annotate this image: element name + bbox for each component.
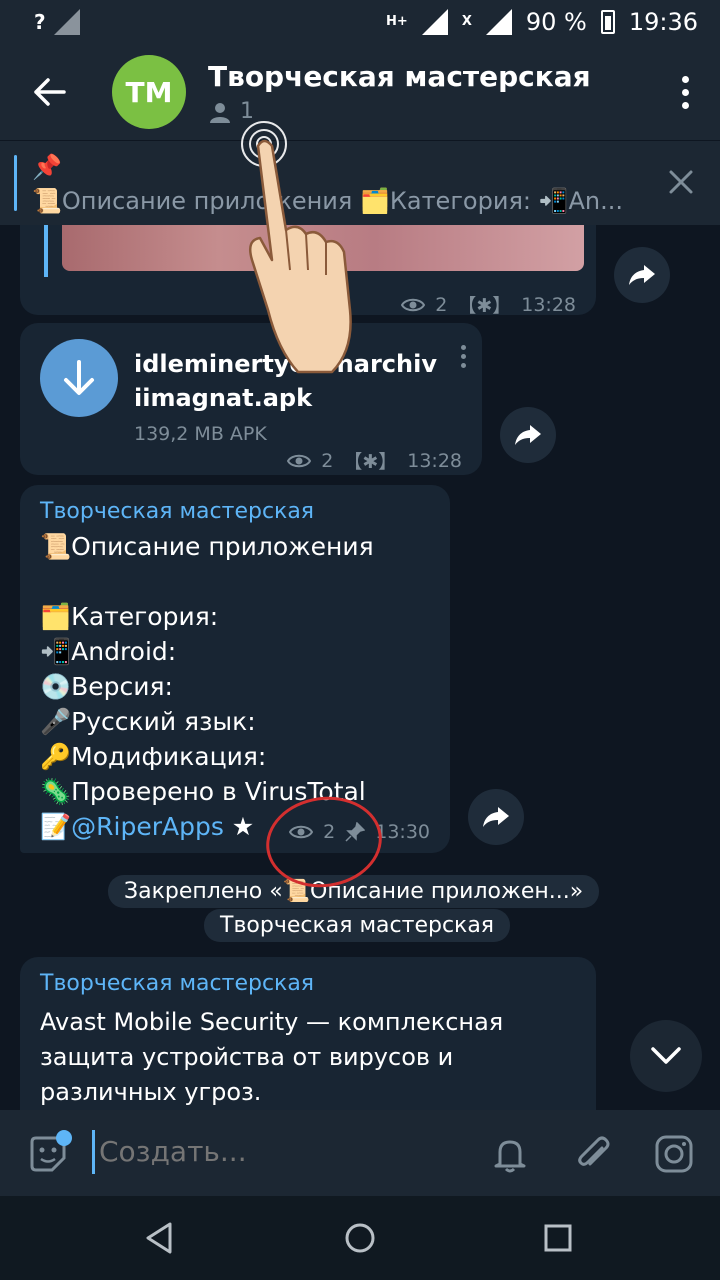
forward-button[interactable] bbox=[468, 789, 524, 845]
scroll-down-button[interactable] bbox=[630, 1020, 702, 1092]
forward-icon bbox=[515, 425, 541, 445]
back-arrow-icon bbox=[34, 78, 66, 106]
compose-bar bbox=[0, 1110, 720, 1196]
network-type: H+ bbox=[386, 14, 408, 29]
system-nav-bar bbox=[0, 1196, 720, 1280]
forward-icon bbox=[483, 807, 509, 827]
file-size: 139,2 MB APK bbox=[134, 423, 267, 445]
download-button[interactable] bbox=[40, 339, 118, 417]
eye-icon bbox=[401, 298, 426, 311]
channel-link[interactable]: @RiperApps bbox=[71, 812, 224, 841]
download-icon bbox=[64, 360, 94, 395]
forward-button[interactable] bbox=[500, 407, 556, 463]
signal-strength-icon bbox=[421, 9, 448, 35]
battery-icon bbox=[600, 10, 615, 34]
sticker-badge bbox=[56, 1130, 72, 1146]
nav-home-icon[interactable] bbox=[342, 1220, 378, 1256]
reply-quote-bar bbox=[44, 225, 48, 277]
close-icon[interactable] bbox=[666, 167, 696, 197]
person-icon bbox=[210, 102, 230, 123]
signal-strength-icon-2 bbox=[485, 9, 512, 35]
line-description: 📜Описание приложения bbox=[40, 532, 374, 561]
chevron-down-icon bbox=[651, 1047, 681, 1064]
avast-line-2: защита устройства от вирусов и bbox=[40, 1043, 454, 1071]
avast-line-1: Avast Mobile Security — комплексная bbox=[40, 1008, 504, 1036]
signal-icon bbox=[53, 9, 80, 35]
service-message-pinned[interactable]: Закреплено «📜Описание приложен...» bbox=[108, 875, 600, 908]
sender-name[interactable]: Творческая мастерская bbox=[40, 499, 314, 524]
line-android: 📲Android: bbox=[40, 637, 177, 666]
pinned-accent-bar bbox=[14, 155, 17, 211]
battery-level: 90 % bbox=[525, 8, 587, 36]
message-avast[interactable]: Творческая мастерская Avast Mobile Secur… bbox=[20, 957, 596, 1110]
file-menu-icon[interactable] bbox=[461, 345, 466, 368]
bell-icon[interactable] bbox=[490, 1134, 530, 1174]
chat-title: Творческая мастерская bbox=[208, 60, 591, 93]
more-vert-icon[interactable] bbox=[650, 44, 720, 140]
eye-icon bbox=[287, 454, 312, 467]
pointing-hand-icon bbox=[241, 121, 352, 374]
message-meta: 2 【✱】 13:28 bbox=[287, 447, 462, 474]
status-right: H+ X 90 % 19:36 bbox=[386, 8, 698, 36]
service-message-author: Творческая мастерская bbox=[204, 909, 511, 942]
line-blank bbox=[40, 564, 374, 599]
view-count: 2 bbox=[321, 449, 334, 472]
camera-icon[interactable] bbox=[654, 1134, 694, 1174]
avast-line-3: различных угроз. bbox=[40, 1078, 262, 1106]
status-left: ? bbox=[34, 9, 80, 35]
message-text: Avast Mobile Security — комплексная защи… bbox=[40, 1005, 503, 1110]
signature: 【✱】 bbox=[457, 295, 512, 317]
pin-icon: 📌 bbox=[32, 153, 62, 181]
link-suffix: ★ bbox=[223, 812, 255, 841]
clock: 19:36 bbox=[628, 8, 698, 36]
back-button[interactable] bbox=[0, 44, 100, 140]
line-category: 🗂️Категория: bbox=[40, 602, 219, 631]
sender-name[interactable]: Творческая мастерская bbox=[40, 971, 314, 996]
line-language: 🎤Русский язык: bbox=[40, 707, 256, 736]
attach-icon[interactable] bbox=[574, 1134, 614, 1174]
status-bar: ? H+ X 90 % 19:36 bbox=[0, 0, 720, 44]
message-input[interactable] bbox=[92, 1130, 452, 1174]
no-sim-icon: ? bbox=[34, 10, 46, 34]
network-type-2: X bbox=[461, 14, 472, 29]
message-time: 13:28 bbox=[407, 449, 462, 472]
view-count: 2 bbox=[435, 293, 448, 316]
line-mod: 🔑Модификация: bbox=[40, 742, 267, 771]
message-time: 13:30 bbox=[375, 821, 430, 843]
message-time: 13:28 bbox=[521, 293, 576, 316]
line-version: 💿Версия: bbox=[40, 672, 173, 701]
link-prefix: 📝 bbox=[40, 812, 72, 841]
nav-recents-icon[interactable] bbox=[540, 1220, 576, 1256]
avatar[interactable]: TM bbox=[112, 55, 186, 129]
message-meta: 2 【✱】 13:28 bbox=[401, 291, 576, 318]
forward-icon bbox=[629, 265, 655, 285]
forward-button[interactable] bbox=[614, 247, 670, 303]
message-description[interactable]: Творческая мастерская 📜Описание приложен… bbox=[20, 485, 450, 853]
signature: 【✱】 bbox=[343, 451, 398, 473]
nav-back-icon[interactable] bbox=[142, 1220, 178, 1256]
